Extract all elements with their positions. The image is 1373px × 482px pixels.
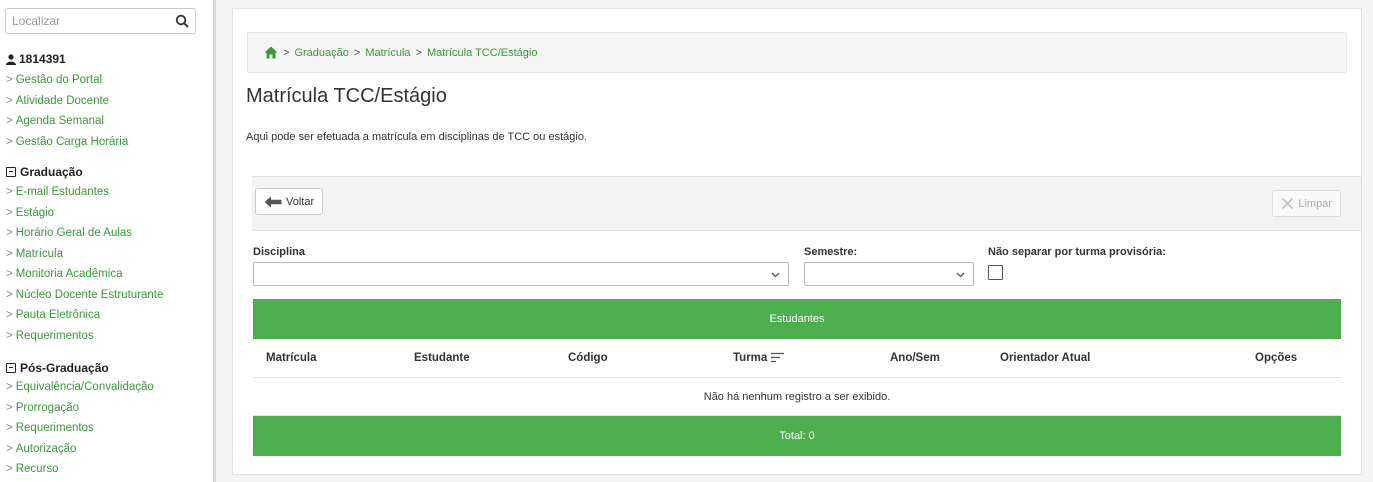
search-icon[interactable] xyxy=(175,14,189,28)
sidebar: 1814391 >Gestão do Portal >Atividade Doc… xyxy=(0,0,216,482)
nav-item-horario-geral[interactable]: > Horário Geral de Aulas xyxy=(6,223,211,244)
chevron-down-icon xyxy=(771,272,780,278)
nav-item-equivalencia[interactable]: > Equivalência/Convalidação xyxy=(6,377,211,398)
arrow-left-icon xyxy=(264,196,282,207)
empty-message: Não há nenhum registro a ser exibido. xyxy=(253,378,1341,416)
clear-button-label: Limpar xyxy=(1298,197,1332,210)
collapse-icon xyxy=(6,167,16,177)
students-table: Estudantes Matrícula Estudante Código Tu… xyxy=(253,299,1341,456)
user-id: 1814391 xyxy=(19,52,66,66)
page-title: Matrícula TCC/Estágio xyxy=(246,85,447,107)
nav-item-gestao-portal[interactable]: > Gestão do Portal xyxy=(6,70,211,91)
disciplina-label: Disciplina xyxy=(253,246,305,258)
nao-separar-label: Não separar por turma provisória: xyxy=(988,246,1166,258)
col-turma[interactable]: Turma xyxy=(733,352,785,364)
page-description: Aqui pode ser efetuada a matrícula em di… xyxy=(246,131,587,143)
user-icon xyxy=(6,53,16,65)
col-codigo[interactable]: Código xyxy=(568,352,608,364)
chevron-down-icon xyxy=(956,272,965,278)
nav-item-email-estudantes[interactable]: > E-mail Estudantes xyxy=(6,182,211,203)
nav-item-matricula[interactable]: > Matrícula xyxy=(6,244,211,265)
nav-item-prorrogacao[interactable]: > Prorrogação xyxy=(6,398,211,419)
nav-item-requerimentos-pos[interactable]: > Requerimentos xyxy=(6,418,211,439)
clear-button[interactable]: Limpar xyxy=(1272,190,1341,217)
nav-item-recurso[interactable]: > Recurso xyxy=(6,459,211,480)
table-title: Estudantes xyxy=(253,299,1341,339)
nav-item-nucleo-docente[interactable]: > Núcleo Docente Estruturante xyxy=(6,285,211,306)
nav-item-gestao-carga-horaria[interactable]: > Gestão Carga Horária xyxy=(6,132,211,153)
home-icon[interactable] xyxy=(264,46,278,59)
col-matricula[interactable]: Matrícula xyxy=(266,352,317,364)
nav-item-autorizacao[interactable]: > Autorização xyxy=(6,439,211,460)
section-pos-graduacao[interactable]: Pós-Graduação xyxy=(6,361,109,375)
breadcrumb-separator: > xyxy=(283,46,290,59)
col-estudante[interactable]: Estudante xyxy=(414,352,470,364)
close-icon xyxy=(1282,198,1294,209)
col-orientador[interactable]: Orientador Atual xyxy=(1000,352,1090,364)
main-panel: > Graduação > Matrícula > Matrícula TCC/… xyxy=(232,8,1362,475)
sort-icon[interactable] xyxy=(771,352,785,363)
col-ano-sem[interactable]: Ano/Sem xyxy=(890,352,940,364)
toolbar: Voltar Limpar xyxy=(252,176,1361,231)
nav-item-agenda-semanal[interactable]: > Agenda Semanal xyxy=(6,111,211,132)
nav-item-atividade-docente[interactable]: > Atividade Docente xyxy=(6,91,211,112)
table-header-row: Matrícula Estudante Código Turma Ano/Sem… xyxy=(253,339,1341,378)
pos-graduacao-menu: > Equivalência/Convalidação > Prorrogação … xyxy=(6,377,211,480)
back-button-label: Voltar xyxy=(286,195,315,208)
search-box xyxy=(5,8,196,34)
breadcrumb-separator: > xyxy=(353,46,361,59)
breadcrumb: > Graduação > Matrícula > Matrícula TCC/… xyxy=(247,32,1347,73)
nav-item-pauta-eletronica[interactable]: > Pauta Eletrônica xyxy=(6,305,211,326)
collapse-icon xyxy=(6,363,16,373)
semestre-label: Semestre: xyxy=(804,246,858,258)
back-button[interactable]: Voltar xyxy=(255,188,324,215)
semestre-select[interactable] xyxy=(804,262,974,286)
search-input[interactable] xyxy=(6,9,166,33)
section-graduacao[interactable]: Graduação xyxy=(6,165,83,179)
nav-item-estagio[interactable]: > Estágio xyxy=(6,203,211,224)
user-line: 1814391 xyxy=(6,52,66,66)
disciplina-select[interactable] xyxy=(253,262,789,286)
user-menu: > Gestão do Portal > Atividade Docente > Ag… xyxy=(6,70,211,152)
graduacao-menu: > E-mail Estudantes > Estágio > Horário Ger… xyxy=(6,182,211,346)
breadcrumb-graduacao[interactable]: Graduação xyxy=(294,47,348,59)
nav-item-monitoria[interactable]: > Monitoria Acadêmica xyxy=(6,264,211,285)
nav-item-requerimentos-grad[interactable]: > Requerimentos xyxy=(6,326,211,347)
breadcrumb-matricula[interactable]: Matrícula xyxy=(365,47,410,59)
table-total: Total: 0 xyxy=(253,416,1341,456)
nao-separar-checkbox[interactable] xyxy=(988,265,1003,280)
breadcrumb-separator: > xyxy=(415,46,422,59)
breadcrumb-matricula-tcc[interactable]: Matrícula TCC/Estágio xyxy=(427,47,537,59)
col-opcoes[interactable]: Opções xyxy=(1255,352,1297,364)
